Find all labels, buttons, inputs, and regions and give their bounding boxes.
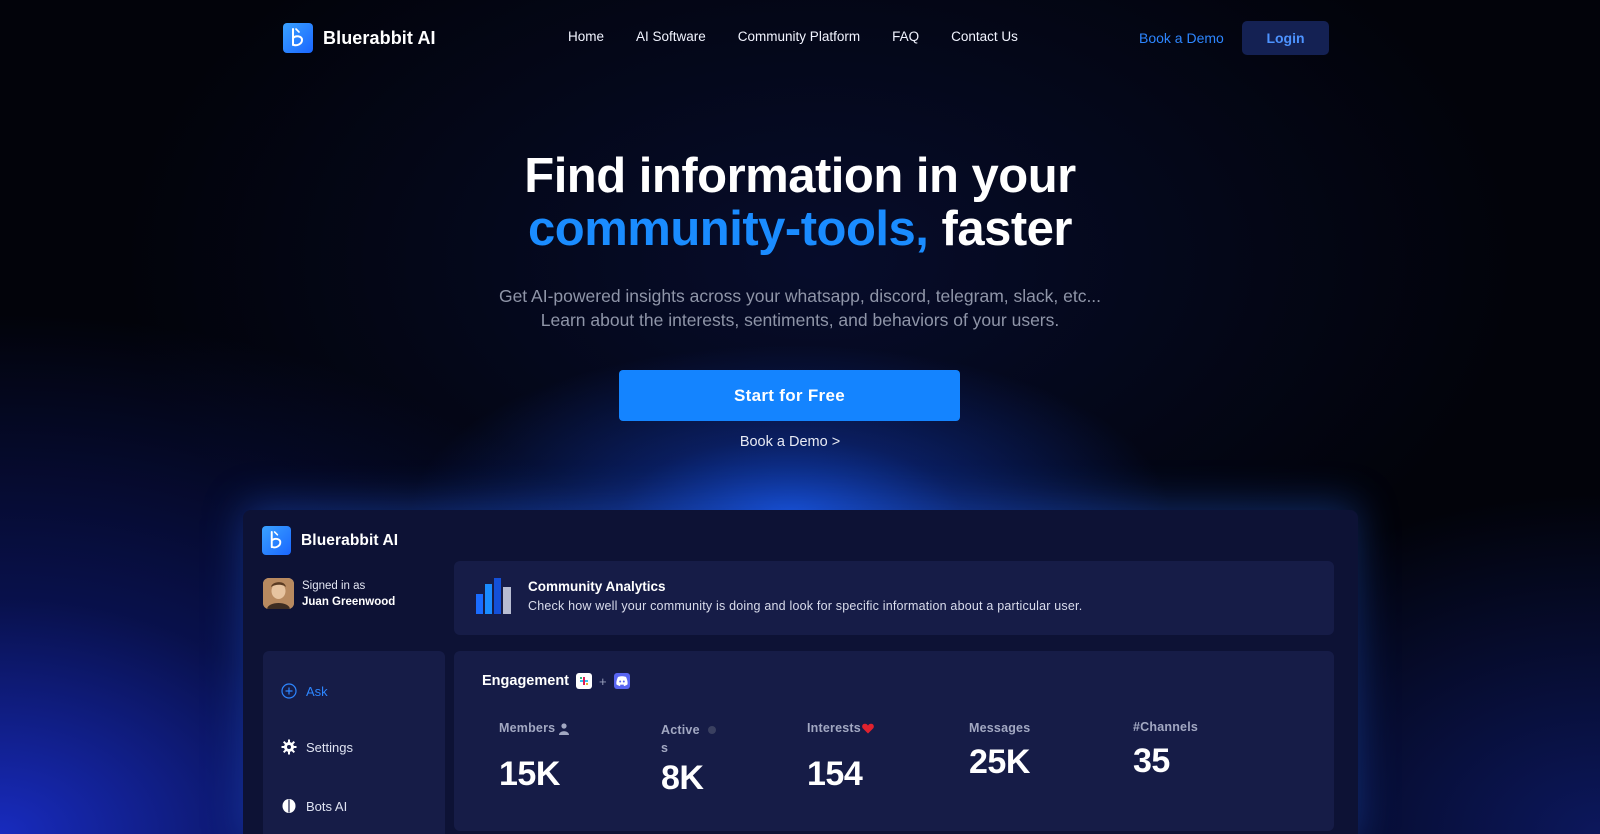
stat-value: 35 xyxy=(1133,742,1170,780)
user-photo-icon xyxy=(263,578,294,609)
hero-title-line1: Find information in your xyxy=(524,149,1076,203)
hero-title: Find information in your community-tools… xyxy=(0,150,1600,256)
hero-title-accent: community-tools, xyxy=(528,202,929,256)
main-nav: Home AI Software Community Platform FAQ … xyxy=(568,29,1018,44)
sidebar-item-settings[interactable]: Settings xyxy=(281,739,353,755)
hero-book-demo-link[interactable]: Book a Demo > xyxy=(0,434,1580,450)
bluerabbit-logo-icon xyxy=(262,526,291,555)
sidebar-item-ask[interactable]: Ask xyxy=(281,683,328,699)
app-brand-name: Bluerabbit AI xyxy=(301,531,399,549)
app-sidebar: Ask Settings Bots AI xyxy=(263,651,445,834)
start-free-button[interactable]: Start for Free xyxy=(619,370,960,421)
engagement-header: Engagement + xyxy=(482,673,630,689)
nav-book-demo-link[interactable]: Book a Demo xyxy=(1139,30,1224,46)
slack-icon xyxy=(576,673,593,689)
sidebar-item-label: Ask xyxy=(306,683,328,699)
stat-members: Members 15K xyxy=(499,721,570,794)
page: Bluerabbit AI Home AI Software Community… xyxy=(0,0,1600,834)
engagement-plus: + xyxy=(599,673,607,689)
stat-label: Active s xyxy=(661,721,717,757)
brain-icon xyxy=(282,799,296,813)
discord-icon xyxy=(613,673,630,689)
user-name: Juan Greenwood xyxy=(302,595,396,608)
heart-icon xyxy=(862,723,874,734)
stat-label: Messages xyxy=(969,721,1031,735)
login-button[interactable]: Login xyxy=(1242,21,1329,55)
stat-label: Members xyxy=(499,721,570,735)
stat-value: 154 xyxy=(807,755,863,793)
sidebar-item-bots-ai[interactable]: Bots AI xyxy=(281,798,347,814)
app-preview: Bluerabbit AI Signed in as Juan Greenwoo… xyxy=(243,510,1358,834)
hero-title-end: faster xyxy=(941,202,1073,256)
hero-subtitle-line1: Get AI-powered insights across your what… xyxy=(498,286,1102,306)
brand-logo[interactable]: Bluerabbit AI xyxy=(283,23,436,53)
hero-subtitle-line2: Learn about the interests, sentiments, a… xyxy=(540,310,1060,330)
gear-icon xyxy=(281,739,297,755)
nav-community-platform[interactable]: Community Platform xyxy=(738,29,860,44)
user-icon xyxy=(559,723,570,735)
stat-value: 8K xyxy=(661,759,704,797)
nav-home[interactable]: Home xyxy=(568,29,604,44)
app-brand-logo: Bluerabbit AI xyxy=(262,526,398,555)
analytics-description: Check how well your community is doing a… xyxy=(528,599,1083,613)
stat-messages: Messages 25K xyxy=(969,721,1030,782)
engagement-card: Engagement + Members 15K Active s 8K Int… xyxy=(454,651,1334,831)
nav-ai-software[interactable]: AI Software xyxy=(636,29,706,44)
engagement-title: Engagement xyxy=(482,673,570,689)
brand-name: Bluerabbit AI xyxy=(323,27,436,48)
stat-actives: Active s 8K xyxy=(661,721,717,798)
analytics-title: Community Analytics xyxy=(528,579,666,594)
avatar[interactable] xyxy=(263,578,294,609)
nav-faq[interactable]: FAQ xyxy=(892,29,919,44)
signed-in-label: Signed in as xyxy=(302,579,366,592)
stat-label: Interests xyxy=(807,721,874,735)
plus-circle-icon xyxy=(281,683,297,699)
sidebar-item-label: Bots AI xyxy=(306,798,348,814)
signed-in-user: Signed in as Juan Greenwood xyxy=(263,578,395,609)
status-dot-icon xyxy=(708,726,716,734)
stat-label: #Channels xyxy=(1133,720,1199,734)
hero-subtitle: Get AI-powered insights across your what… xyxy=(0,284,1600,332)
stat-interests: Interests 154 xyxy=(807,721,874,794)
bluerabbit-logo-icon xyxy=(283,23,313,53)
community-analytics-card[interactable]: Community Analytics Check how well your … xyxy=(454,561,1334,635)
stat-value: 25K xyxy=(969,743,1030,781)
sidebar-item-label: Settings xyxy=(306,739,353,755)
stat-value: 15K xyxy=(499,755,560,793)
nav-contact-us[interactable]: Contact Us xyxy=(951,29,1018,44)
bar-chart-icon xyxy=(476,578,511,614)
stat-channels: #Channels 35 xyxy=(1133,720,1198,781)
